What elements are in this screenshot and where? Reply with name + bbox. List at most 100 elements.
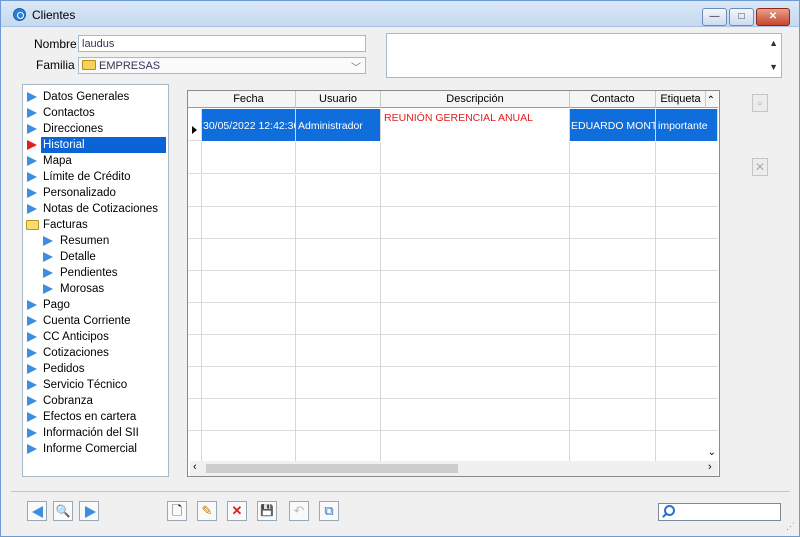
clientes-window: Clientes — □ ✕ Nombre laudus Familia EMP… [0, 0, 800, 537]
tree-item-facturas[interactable]: Facturas [23, 217, 168, 233]
delete-button[interactable]: ✕ [227, 501, 247, 521]
scroll-down-icon[interactable]: ▼ [769, 62, 778, 72]
tree-item-cotizaciones[interactable]: Cotizaciones [23, 345, 168, 361]
tree-item-morosas[interactable]: Morosas [23, 281, 168, 297]
tree-item-contactos[interactable]: Contactos [23, 105, 168, 121]
tree-item-cc-anticipos[interactable]: CC Anticipos [23, 329, 168, 345]
arrow-icon [43, 252, 53, 262]
arrow-icon [27, 380, 37, 390]
column-header-usuario[interactable]: Usuario [296, 91, 381, 108]
tree-item-resumen[interactable]: Resumen [23, 233, 168, 249]
arrow-icon [27, 188, 37, 198]
cell-usuario[interactable]: Administrador [296, 109, 381, 141]
tree-item-detalle[interactable]: Detalle [23, 249, 168, 265]
save-button[interactable]: 💾 [257, 501, 277, 521]
table-row[interactable] [188, 271, 718, 303]
scroll-up-icon[interactable]: ▲ [769, 38, 778, 48]
tree-item-informe-comercial[interactable]: Informe Comercial [23, 441, 168, 457]
arrow-icon [27, 396, 37, 406]
scroll-right-icon[interactable]: › [708, 461, 712, 473]
familia-combo[interactable]: EMPRESAS ﹀ [78, 57, 366, 74]
arrow-icon [43, 284, 53, 294]
new-note-icon[interactable]: ▫ [752, 94, 768, 112]
scrollbar-thumb[interactable] [206, 464, 458, 473]
tree-item-cuenta-corriente[interactable]: Cuenta Corriente [23, 313, 168, 329]
chevron-down-icon[interactable]: ﹀ [351, 59, 361, 74]
tree-item-informacion-sii[interactable]: Información del SII [23, 425, 168, 441]
nombre-field[interactable]: laudus [78, 35, 366, 52]
table-row[interactable] [188, 367, 718, 399]
table-row[interactable] [188, 207, 718, 239]
arrow-icon [27, 92, 37, 102]
cell-fecha[interactable]: 30/05/2022 12:42:30 [202, 109, 296, 141]
tree-item-limite-credito[interactable]: Límite de Crédito [23, 169, 168, 185]
arrow-icon [27, 364, 37, 374]
horizontal-scrollbar[interactable]: ‹ › [190, 461, 718, 476]
scroll-down-icon[interactable]: ⌄ [708, 447, 716, 458]
section-tree: Datos Generales Contactos Direcciones Hi… [22, 84, 169, 477]
table-row[interactable] [188, 303, 718, 335]
arrow-icon [27, 172, 37, 182]
copy-button[interactable]: ⧉ [319, 501, 339, 521]
search-input[interactable] [658, 503, 781, 521]
table-row[interactable] [188, 399, 718, 431]
table-row[interactable] [188, 335, 718, 367]
scroll-up-icon[interactable]: ⌃ [707, 95, 715, 106]
undo-button[interactable]: ↶ [289, 501, 309, 521]
tree-item-servicio-tecnico[interactable]: Servicio Técnico [23, 377, 168, 393]
familia-label: Familia [36, 58, 75, 72]
tree-item-cobranza[interactable]: Cobranza [23, 393, 168, 409]
folder-icon [82, 60, 96, 70]
table-row[interactable]: 30/05/2022 12:42:30 Administrador REUNIÓ… [188, 109, 718, 141]
scroll-left-icon[interactable]: ‹ [193, 461, 197, 473]
binoculars-icon[interactable]: 🔍 [53, 501, 73, 521]
tree-item-mapa[interactable]: Mapa [23, 153, 168, 169]
arrow-icon [27, 156, 37, 166]
tree-item-efectos-cartera[interactable]: Efectos en cartera [23, 409, 168, 425]
tree-item-pendientes[interactable]: Pendientes [23, 265, 168, 281]
next-record-button[interactable] [79, 501, 99, 521]
cell-contacto[interactable]: EDUARDO MONTES [570, 109, 656, 141]
tree-item-datos-generales[interactable]: Datos Generales [23, 89, 168, 105]
tree-item-personalizado[interactable]: Personalizado [23, 185, 168, 201]
search-icon [664, 505, 675, 516]
arrow-icon [27, 332, 37, 342]
notes-memo[interactable]: ▲ ▼ [386, 33, 782, 78]
arrow-icon [27, 444, 37, 454]
delete-note-icon[interactable]: ✕ [752, 158, 768, 176]
column-header-fecha[interactable]: Fecha [202, 91, 296, 108]
arrow-icon [27, 412, 37, 422]
prev-record-button[interactable] [27, 501, 47, 521]
tree-item-pedidos[interactable]: Pedidos [23, 361, 168, 377]
window-title: Clientes [32, 8, 76, 22]
nombre-label: Nombre [34, 37, 77, 51]
minimize-button[interactable]: — [702, 8, 727, 26]
arrow-icon [27, 348, 37, 358]
cell-descripcion[interactable]: REUNIÓN GERENCIAL ANUAL [381, 109, 570, 141]
resize-grip-icon[interactable]: ⋰ [786, 521, 795, 532]
column-header-contacto[interactable]: Contacto [570, 91, 656, 108]
table-row[interactable] [188, 142, 718, 174]
close-button[interactable]: ✕ [756, 8, 790, 26]
tree-item-direcciones[interactable]: Direcciones [23, 121, 168, 137]
table-row[interactable] [188, 175, 718, 207]
tree-item-pago[interactable]: Pago [23, 297, 168, 313]
maximize-button[interactable]: □ [729, 8, 754, 26]
column-header-descripcion[interactable]: Descripción [381, 91, 570, 108]
column-header-etiqueta[interactable]: Etiqueta [656, 91, 706, 108]
grid-header: Fecha Usuario Descripción Contacto Etiqu… [188, 91, 718, 108]
historial-grid[interactable]: Fecha Usuario Descripción Contacto Etiqu… [187, 90, 720, 477]
tree-item-historial[interactable]: Historial [23, 137, 168, 153]
edit-button[interactable]: ✎ [197, 501, 217, 521]
table-row[interactable] [188, 239, 718, 271]
arrow-icon [27, 124, 37, 134]
arrow-icon [27, 204, 37, 214]
table-row[interactable] [188, 431, 718, 461]
arrow-red-icon [27, 140, 37, 150]
new-button[interactable]: 🗋 [167, 501, 187, 521]
app-logo-icon [13, 8, 26, 21]
cell-etiqueta[interactable]: importante [656, 109, 718, 141]
folder-open-icon [26, 220, 39, 230]
tree-item-notas-cotizaciones[interactable]: Notas de Cotizaciones [23, 201, 168, 217]
title-bar: Clientes — □ ✕ [1, 1, 799, 27]
